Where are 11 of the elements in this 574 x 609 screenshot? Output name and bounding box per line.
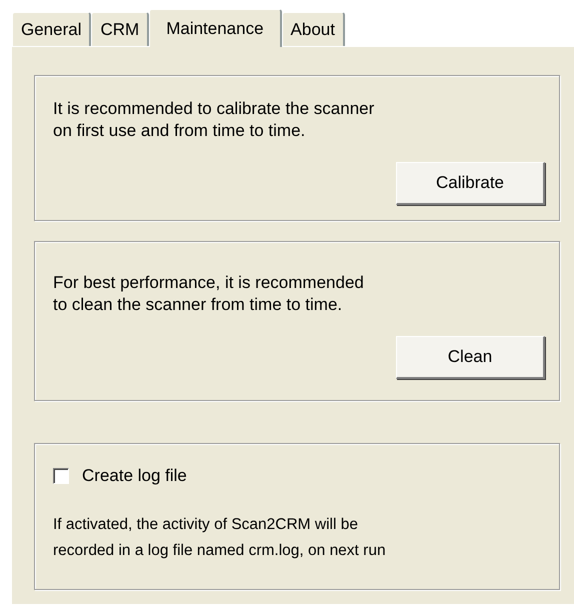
tab[interactable]: About <box>282 12 345 46</box>
checkbox-label[interactable]: Create log file <box>82 466 187 486</box>
action-button[interactable]: Clean <box>396 336 545 379</box>
description-text: For best performance, it is recommended to clean the scanner from time to time. <box>53 272 365 316</box>
description-text: If activated, the activity of Scan2CRM will be recorded in a log file named crm.log, on next run <box>53 515 387 561</box>
description-text: It is recommended to calibrate the scanner on first use and from time to time. <box>53 98 376 142</box>
action-button[interactable]: Calibrate <box>396 162 545 205</box>
tab[interactable]: CRM <box>91 12 150 46</box>
checkbox[interactable] <box>53 468 69 484</box>
tab[interactable]: General <box>12 12 92 46</box>
tab[interactable]: Maintenance <box>149 9 282 47</box>
